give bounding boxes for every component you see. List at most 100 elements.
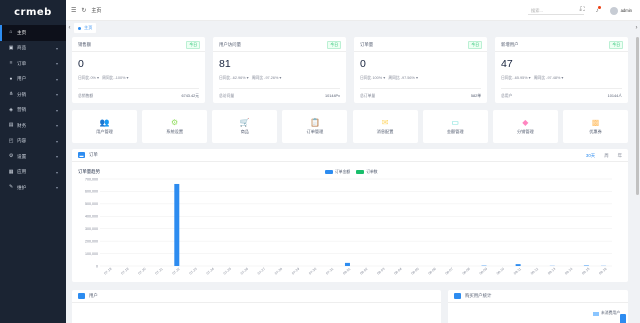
stat-total-label: 总销售额 (78, 94, 94, 98)
logo[interactable]: crmeb (0, 0, 66, 24)
stat-total-value: 10144Pv (325, 94, 340, 98)
buyer-card-header: 购买用户统计 (448, 290, 628, 303)
sidebar-item-7[interactable]: ◰ 内容 ▾ (0, 134, 66, 150)
buyer-indicator (620, 314, 626, 323)
stat-total-value: 10144人 (607, 94, 622, 98)
week-compare: 周同比 -97.26% (251, 76, 279, 80)
sidebar-item-8[interactable]: ⚙ 设置 ▾ (0, 149, 66, 165)
avatar[interactable] (609, 6, 618, 15)
y-tick-label: 300,000 (85, 227, 98, 231)
x-tick-label: 07-28 (274, 267, 283, 276)
sidebar-item-label: 分销 (17, 91, 27, 97)
x-tick-label: 07-25 (223, 267, 232, 276)
x-tick-label: 07-23 (189, 267, 198, 276)
chevron-down-icon: ▾ (55, 61, 58, 67)
sidebar-item-1[interactable]: ▣ 商品 ▾ (0, 41, 66, 57)
sidebar-item-label: 设置 (17, 153, 27, 159)
search-input[interactable]: 搜索... ⌕ (528, 6, 584, 15)
sidebar-item-10[interactable]: ✎ 维护 ▾ (0, 180, 66, 196)
shortcut-5[interactable]: ▭ 金额管理 (422, 110, 488, 143)
shortcut-4[interactable]: ✉ 消息配置 (352, 110, 418, 143)
sidebar-item-label: 订单 (17, 60, 27, 66)
chevron-down-icon: ▾ (55, 45, 58, 51)
shortcut-2[interactable]: 🛒 商品 (212, 110, 278, 143)
order-bar-chart: 0 100,000 200,000 300,000 400,000 500,000 600,… (85, 177, 612, 276)
stat-tag: 今日 (468, 41, 482, 49)
stat-card: 销售额 今日 0 日同比 0% ▾ 周同比 -100% ▾ 总销售额 6743.42元 (72, 37, 205, 103)
tab-scroll-left-icon[interactable]: ‹ (66, 25, 73, 31)
x-tick-label: 08-11 (513, 267, 522, 276)
day-compare: 日同比 -65.95% (501, 76, 528, 80)
shortcut-7[interactable]: ▩ 优惠券 (562, 110, 628, 143)
day-compare: 日同比 -62.96% (219, 76, 246, 80)
divider (501, 88, 622, 89)
content-icon: ◰ (8, 138, 14, 144)
chevron-down-icon: ▾ (55, 92, 58, 98)
clipboard-icon: 📋 (309, 117, 320, 127)
sidebar-item-3[interactable]: ● 用户 ▾ (0, 72, 66, 88)
scrollbar-thumb[interactable] (636, 37, 639, 195)
divider (78, 88, 199, 89)
goods-icon: ▣ (8, 45, 14, 51)
divider (219, 88, 340, 89)
header-actions: ⛶ ♪ admin (580, 0, 640, 21)
stat-compare: 日同比 -62.96% ▾ 周同比 -97.26% ▾ (219, 76, 282, 80)
stat-title: 订单量 (360, 42, 374, 47)
sidebar: crmeb ⌂ 主页 ▣ 商品 ▾ ≡ 订单 ▾ ● 用户 ▾ ⋔ 分销 ▾ ◈ 营销 ▾ ▤ 财务 ▾ ◰ 内容 ▾ ⚙ 设置… (0, 0, 66, 323)
stat-title: 销售额 (78, 42, 92, 47)
shortcut-6[interactable]: ◆ 分销管理 (492, 110, 558, 143)
stat-cards: 销售额 今日 0 日同比 0% ▾ 周同比 -100% ▾ 总销售额 6743.42元 用户… (72, 37, 628, 103)
stat-compare: 日同比 -65.95% ▾ 周同比 -97.48% ▾ (501, 76, 564, 80)
user-icon: ● (9, 76, 13, 82)
sidebar-item-0[interactable]: ⌂ 主页 (0, 25, 66, 41)
tab-home[interactable]: 主页 (74, 23, 97, 33)
cart-icon: 🛒 (239, 117, 250, 127)
dashboard-content: 销售额 今日 0 日同比 0% ▾ 周同比 -100% ▾ 总销售额 6743.42元 用户… (72, 37, 628, 323)
y-tick-label: 700,000 (85, 177, 98, 181)
x-tick-label: 07-29 (291, 267, 300, 276)
active-tab-dot (78, 26, 81, 30)
breadcrumb: 主页 (91, 7, 102, 14)
sidebar-item-4[interactable]: ⋔ 分销 ▾ (0, 87, 66, 103)
page-scrollbar[interactable] (635, 35, 640, 323)
x-tick-label: 07-31 (325, 267, 334, 276)
x-tick-label: 08-07 (445, 267, 454, 276)
shortcut-label: 订单管理 (306, 129, 324, 134)
tab-scroll-right-icon[interactable]: › (633, 25, 640, 31)
y-tick-label: 0 (96, 264, 98, 268)
y-tick-label: 400,000 (85, 215, 98, 219)
username[interactable]: admin (621, 8, 632, 13)
x-tick-label: 08-08 (462, 267, 471, 276)
shortcut-1[interactable]: ⚙ 系统设置 (142, 110, 208, 143)
stat-tag: 今日 (327, 41, 341, 49)
fullscreen-icon[interactable]: ⛶ (580, 7, 584, 14)
stat-value: 0 (360, 58, 366, 70)
sidebar-item-9[interactable]: ▦ 应用 ▾ (0, 165, 66, 181)
divider (354, 51, 487, 52)
sidebar-item-label: 营销 (17, 107, 27, 113)
shortcut-0[interactable]: 👥 用户管理 (72, 110, 137, 143)
day-compare: 日同比 0% (78, 76, 96, 80)
stat-title: 用户访问量 (219, 42, 241, 47)
tag-icon: ◆ (522, 117, 529, 127)
sidebar-item-5[interactable]: ◈ 营销 ▾ (0, 103, 66, 119)
sidebar-item-2[interactable]: ≡ 订单 ▾ (0, 56, 66, 72)
sidebar-item-label: 应用 (17, 169, 27, 175)
chevron-down-icon: ▾ (55, 107, 58, 113)
x-tick-label: 07-27 (257, 267, 266, 276)
gear-icon: ⚙ (171, 117, 179, 127)
shortcut-label: 系统设置 (166, 129, 184, 134)
notification-bell-icon[interactable]: ♪ (596, 5, 601, 14)
distribution-icon: ⋔ (8, 92, 14, 98)
refresh-icon[interactable]: ↻ (81, 7, 86, 14)
stat-tag: 今日 (186, 41, 200, 49)
sidebar-item-6[interactable]: ▤ 财务 ▾ (0, 118, 66, 134)
shortcut-label: 商品 (240, 129, 249, 134)
chevron-down-icon: ▾ (55, 76, 58, 82)
user-card-title: 用户 (89, 293, 98, 298)
order-chart-card: ▬ 订单 30天 周 年 订单量趋势 订单金额 订单数 0 100,000 200,0… (72, 149, 628, 282)
menu-toggle-icon[interactable]: ☰ (71, 7, 76, 14)
coupon-icon: ▩ (591, 117, 600, 127)
bottom-cards: 用户 购买用户统计 未消费用户 (72, 290, 628, 323)
shortcut-3[interactable]: 📋 订单管理 (282, 110, 348, 143)
